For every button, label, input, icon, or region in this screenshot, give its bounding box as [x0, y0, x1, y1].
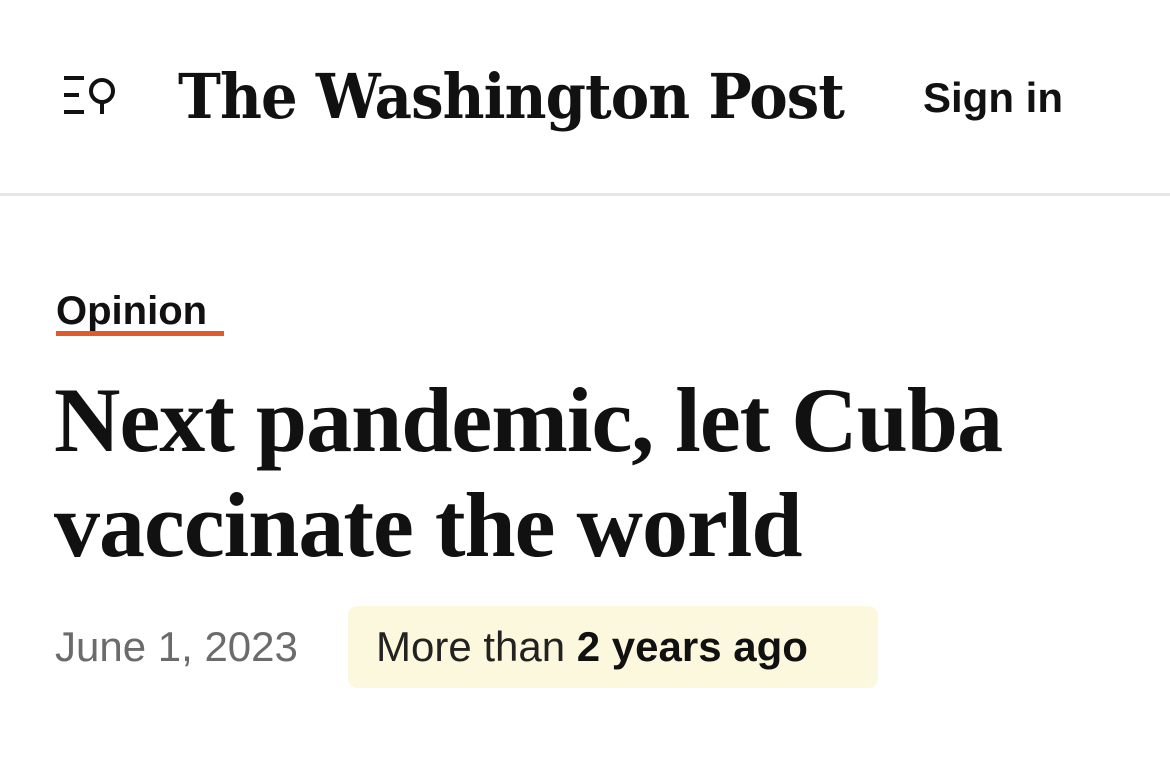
publish-date: June 1, 2023 — [55, 623, 298, 670]
article-age-value: 2 years ago — [576, 623, 808, 670]
article-headline: Next pandemic, let Cuba vaccinate the wo… — [54, 369, 1003, 576]
top-navigation-bar: The Washington Post Sign in — [0, 0, 1170, 196]
sign-in-link[interactable]: Sign in — [923, 70, 1063, 126]
article-age-badge: More than 2 years ago — [348, 606, 878, 688]
washington-post-logo[interactable]: The Washington Post — [178, 52, 845, 142]
article-age-prefix: More than — [376, 623, 577, 670]
section-underline — [56, 331, 224, 336]
menu-search-icon[interactable] — [60, 70, 120, 124]
